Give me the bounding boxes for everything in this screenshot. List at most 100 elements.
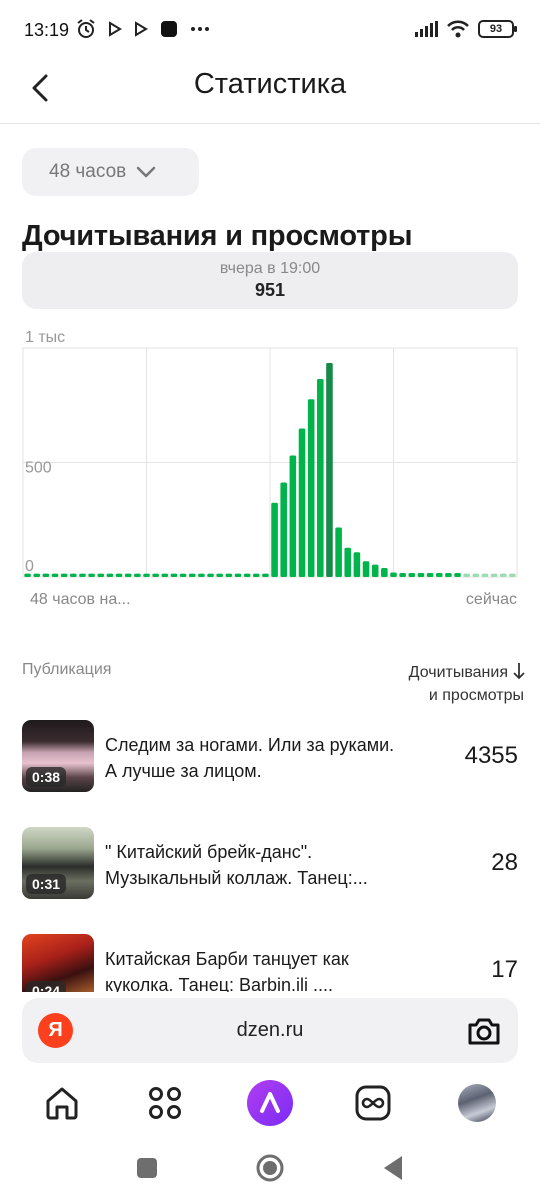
chart-bar — [106, 573, 114, 577]
chart-bar — [115, 573, 123, 577]
chart-bar — [207, 573, 214, 577]
chart-bar — [445, 572, 452, 577]
chart-bar — [234, 573, 242, 577]
x-tick-label: 48 часов на... — [30, 591, 131, 608]
chart-bar — [262, 573, 269, 577]
signal-icon — [415, 21, 438, 37]
chevron-down-icon — [137, 166, 156, 178]
tooltip-date: вчера в 19:00 — [219, 260, 321, 277]
chart-bar — [252, 573, 260, 577]
chart-bar — [371, 564, 379, 577]
chart-bar — [188, 573, 196, 577]
avatar — [458, 1084, 496, 1122]
chart-bar — [381, 568, 388, 577]
chart-bar — [317, 379, 324, 577]
chart-tooltip: вчера в 19:00 951 — [22, 252, 518, 309]
chart-bar — [417, 572, 425, 577]
chart-bar — [298, 428, 306, 577]
video-thumbnail: 0:24 — [22, 934, 94, 992]
chart-bar — [60, 573, 68, 577]
wifi-icon — [447, 20, 469, 38]
publication-count: 4355 — [464, 742, 518, 769]
chart-bar — [24, 573, 31, 577]
bottom-navigation — [0, 1070, 540, 1134]
chart-bar — [454, 572, 461, 577]
chart-bar — [435, 572, 443, 577]
column-header-metric[interactable]: Дочитывания и просмотры — [394, 661, 525, 707]
nav-apps[interactable] — [142, 1080, 188, 1126]
publication-title: Следим за ногами. Или за руками. А лучше… — [105, 735, 395, 781]
chart-bar — [33, 573, 41, 577]
chart-bar — [51, 573, 59, 577]
y-tick-label: 1 тыс — [25, 329, 65, 346]
video-thumbnail: 0:38 — [22, 720, 94, 792]
period-select[interactable]: 48 часов — [22, 148, 199, 196]
chart-bar — [408, 572, 416, 577]
views-bar-chart[interactable]: 1 тыс 500 0 48 часов на... сейчас — [0, 320, 540, 610]
nav-alice[interactable] — [247, 1080, 293, 1126]
list-item[interactable]: 0:24 Китайская Барби танцует как куколка… — [0, 934, 540, 992]
url-text[interactable]: dzen.ru — [22, 1019, 518, 1042]
chart-bar — [344, 547, 352, 577]
x-tick-label: сейчас — [466, 591, 517, 608]
chart-bar — [499, 573, 507, 577]
video-thumbnail: 0:31 — [22, 827, 94, 899]
publication-list: 0:38 Следим за ногами. Или за руками. А … — [0, 720, 540, 992]
status-notification-icons — [76, 19, 210, 39]
chart-bar — [426, 572, 434, 577]
y-tick-label: 0 — [25, 558, 34, 575]
chart-bar — [271, 502, 278, 577]
chart-bar — [124, 573, 132, 577]
nav-profile[interactable] — [454, 1080, 500, 1126]
page-title: Статистика — [193, 68, 347, 100]
column-header-metric-line2: и просмотры — [428, 687, 524, 704]
chart-bar — [88, 573, 95, 577]
app-icon — [161, 21, 177, 37]
nav-home[interactable] — [39, 1080, 85, 1126]
chart-bar — [179, 573, 187, 577]
play-icon — [135, 21, 148, 37]
page-header: Статистика — [0, 62, 540, 124]
more-icon — [191, 27, 209, 31]
system-navigation-bar — [0, 1140, 540, 1200]
chart-bar — [42, 573, 50, 577]
list-item[interactable]: 0:31 " Китайский брейк-данс". Музыкальны… — [0, 827, 540, 934]
chart-bar — [97, 573, 105, 577]
tooltip-value: 951 — [254, 280, 286, 300]
section-title: Дочитывания и просмотры — [22, 220, 413, 252]
nav-feed[interactable] — [350, 1080, 396, 1126]
chart-bar — [216, 573, 223, 577]
home-icon — [46, 1087, 78, 1120]
chart-bar — [509, 573, 516, 577]
recent-apps-button[interactable] — [136, 1157, 158, 1179]
arrow-down-icon — [513, 663, 525, 680]
column-header-publication: Публикация — [22, 661, 112, 678]
chart-bar — [161, 573, 169, 577]
back-triangle-button[interactable] — [382, 1155, 404, 1181]
chart-bar — [198, 573, 205, 577]
chart-bar — [289, 455, 297, 577]
chart-bar — [362, 561, 370, 577]
chart-bar — [490, 573, 498, 577]
list-item[interactable]: 0:38 Следим за ногами. Или за руками. А … — [0, 720, 540, 827]
camera-button[interactable] — [464, 1011, 504, 1051]
battery-indicator: 93 — [478, 20, 517, 38]
chart-bar — [79, 573, 86, 577]
alice-icon — [247, 1080, 293, 1126]
chart-bar — [225, 573, 233, 577]
publication-count: 28 — [491, 849, 518, 876]
chart-bar — [280, 482, 288, 577]
chart-bar — [143, 573, 150, 577]
play-icon — [109, 21, 122, 37]
browser-address-bar[interactable]: Я dzen.ru — [22, 998, 518, 1063]
alarm-icon — [77, 19, 95, 38]
chart-bar — [353, 552, 361, 577]
chart-bar — [481, 573, 489, 577]
y-tick-label: 500 — [25, 460, 52, 477]
status-bar: 13:19 93 — [0, 0, 540, 62]
home-button[interactable] — [256, 1154, 284, 1182]
camera-icon — [468, 1018, 500, 1045]
chart-bar — [170, 573, 178, 577]
apps-grid-icon — [149, 1087, 181, 1119]
chart-bar — [134, 573, 141, 577]
